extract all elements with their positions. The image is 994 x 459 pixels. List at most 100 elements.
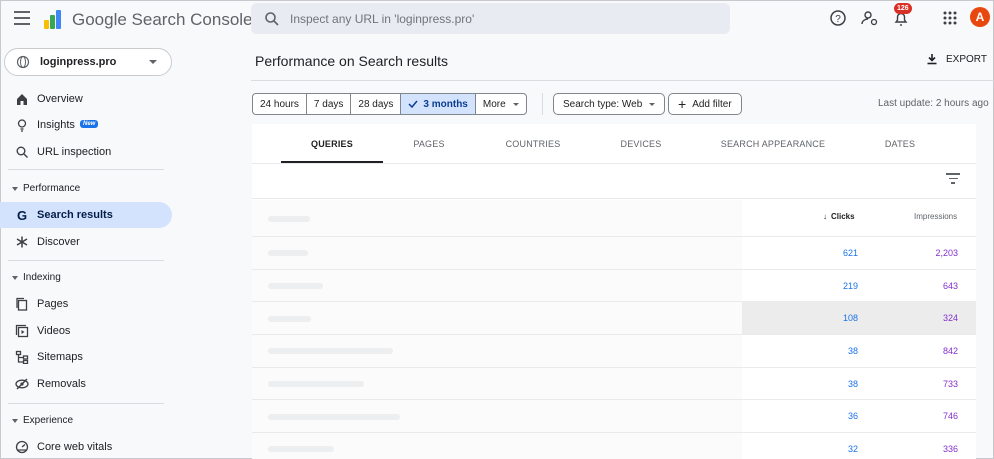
table-row[interactable]: 108 324 (742, 301, 976, 334)
impressions-cell: 643 (942, 281, 958, 291)
redacted-text (268, 316, 311, 322)
tab-queries[interactable]: QUERIES (281, 124, 383, 164)
tab-dates[interactable]: DATES (860, 124, 940, 164)
filter-rows-icon[interactable] (946, 173, 960, 185)
svg-text:G: G (17, 208, 27, 222)
impressions-cell: 336 (942, 444, 958, 454)
lightbulb-icon (17, 119, 27, 132)
last-update-text: Last update: 2 hours ago (878, 98, 989, 109)
date-range-3-months[interactable]: 3 months (401, 94, 476, 114)
divider (8, 403, 164, 404)
menu-icon[interactable] (14, 11, 30, 25)
search-type-filter[interactable]: Search type: Web (553, 93, 666, 115)
google-g-icon: G (17, 208, 27, 222)
clicks-cell: 621 (842, 248, 858, 258)
section-label: Performance (23, 183, 81, 194)
apps-grid-icon[interactable] (940, 8, 960, 28)
app-title: Google Search Console (72, 10, 253, 29)
impressions-cell: 2,203 (935, 248, 958, 258)
search-input[interactable] (290, 11, 690, 26)
chevron-down-icon (149, 60, 157, 64)
table-row[interactable]: 621 2,203 (742, 236, 976, 269)
search-type-label: Search type: Web (563, 98, 643, 110)
sidebar-item-label: Sitemaps (37, 351, 83, 363)
section-experience[interactable]: Experience (0, 409, 172, 433)
date-range-28-days[interactable]: 28 days (351, 94, 402, 114)
impressions-cell: 733 (942, 379, 958, 389)
table-row[interactable]: 219 643 (742, 269, 976, 302)
sidebar-item-videos[interactable]: Videos (0, 318, 172, 344)
section-label: Indexing (23, 272, 61, 283)
redacted-text (268, 446, 334, 452)
tab-devices[interactable]: DEVICES (595, 124, 687, 164)
pages-icon (16, 297, 28, 311)
manage-users-icon[interactable] (860, 8, 880, 28)
table-row[interactable]: 36 746 (742, 399, 976, 432)
sidebar-item-sitemaps[interactable]: Sitemaps (0, 344, 172, 370)
column-header-impressions[interactable]: Impressions (914, 212, 957, 221)
impressions-cell: 324 (942, 313, 958, 323)
sidebar-item-insights[interactable]: Insights New (0, 112, 172, 138)
redacted-text (268, 414, 400, 420)
table-row[interactable]: 38 842 (742, 334, 976, 367)
property-selector[interactable]: loginpress.pro (4, 48, 172, 76)
date-range-24-hours[interactable]: 24 hours (253, 94, 307, 114)
collapse-icon (12, 187, 18, 191)
column-header-clicks[interactable]: ↓ Clicks (823, 212, 855, 221)
sidebar-item-discover[interactable]: Discover (0, 229, 172, 255)
filter-divider (542, 93, 543, 115)
sidebar-item-label: Videos (37, 325, 71, 337)
sidebar-item-url-inspection[interactable]: URL inspection (0, 139, 172, 165)
page-title: Performance on Search results (255, 53, 448, 69)
sort-arrow-down-icon: ↓ (823, 212, 827, 221)
results-card: QUERIES PAGES COUNTRIES DEVICES SEARCH A… (252, 124, 976, 459)
date-range-7-days[interactable]: 7 days (307, 94, 352, 114)
impressions-cell: 746 (942, 411, 958, 421)
tab-pages[interactable]: PAGES (387, 124, 471, 164)
search-icon (265, 11, 279, 26)
sidebar-item-pages[interactable]: Pages (0, 291, 172, 317)
table-row[interactable]: 38 733 (742, 367, 976, 400)
tab-countries[interactable]: COUNTRIES (487, 124, 579, 164)
gauge-icon (15, 440, 29, 454)
table-row[interactable]: 32 336 (742, 432, 976, 459)
tabs-divider (252, 163, 976, 164)
search-icon (16, 146, 28, 158)
avatar[interactable]: A (970, 7, 990, 27)
sidebar-item-label: Search results (37, 209, 113, 221)
plus-icon: + (678, 96, 687, 112)
clicks-cell: 32 (847, 444, 858, 454)
sidebar-item-core-web-vitals[interactable]: Core web vitals (0, 434, 172, 459)
sidebar-item-label: Removals (37, 378, 86, 390)
date-range-label: More (482, 98, 506, 110)
sidebar-item-overview[interactable]: Overview (0, 86, 172, 112)
collapse-icon (12, 276, 18, 280)
header-divider (251, 80, 994, 81)
redacted-text (268, 348, 393, 354)
section-performance[interactable]: Performance (0, 177, 172, 201)
clicks-cell: 38 (847, 346, 858, 356)
section-indexing[interactable]: Indexing (0, 266, 172, 290)
removals-icon (15, 378, 29, 390)
tab-search-appearance[interactable]: SEARCH APPEARANCE (704, 124, 842, 164)
videos-icon (15, 324, 29, 338)
sidebar-item-label: Core web vitals (37, 441, 113, 453)
help-icon[interactable]: ? (828, 8, 848, 28)
sidebar: loginpress.pro Overview Insights New URL… (0, 44, 180, 459)
impressions-cell: 842 (942, 346, 958, 356)
sidebar-item-removals[interactable]: Removals (0, 371, 172, 397)
export-button[interactable]: EXPORT (926, 53, 987, 65)
column-header-label: Clicks (831, 212, 855, 221)
sitemap-icon (15, 350, 29, 364)
date-range-more[interactable]: More (476, 94, 526, 114)
sidebar-item-search-results[interactable]: G Search results (0, 202, 172, 228)
clicks-cell: 219 (842, 281, 858, 291)
add-filter-button[interactable]: + Add filter (668, 93, 742, 115)
new-badge: New (80, 120, 99, 128)
chevron-down-icon (649, 102, 656, 106)
check-icon (408, 100, 418, 108)
url-inspection-search[interactable] (251, 3, 730, 34)
export-label: EXPORT (946, 53, 987, 65)
top-bar: Google Search Console ? 126 A (0, 0, 994, 36)
sidebar-item-label: URL inspection (37, 146, 112, 158)
